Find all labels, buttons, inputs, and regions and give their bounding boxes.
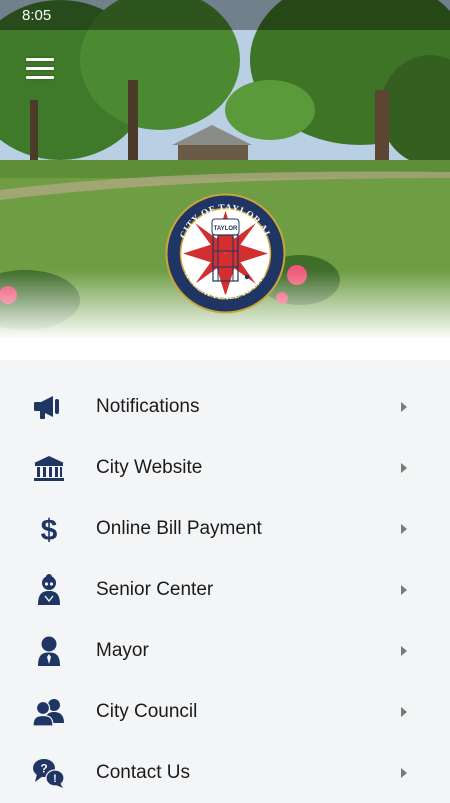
chevron-right-icon [401,401,407,412]
menu-item-label: Notifications [96,395,200,417]
hero-banner: TAYLOR CITY OF TAYLOR AL "A GREAT PLACE … [0,0,450,360]
svg-text:$: $ [41,514,58,545]
menu-item-label: Senior Center [96,578,214,600]
menu-item-notifications[interactable]: Notifications [0,376,450,437]
menu-item-online-bill-payment[interactable]: $ Online Bill Payment [0,498,450,559]
group-icon [32,695,66,729]
menu-item-label: Online Bill Payment [96,517,262,539]
question-chat-icon: ?! [32,756,66,790]
menu-item-senior-center[interactable]: Senior Center [0,559,450,620]
status-time: 8:05 [22,6,52,24]
menu-item-label: Mayor [96,639,149,661]
chevron-right-icon [401,462,407,473]
chevron-right-icon [401,584,407,595]
status-bar: 8:05 [0,0,450,30]
menu-item-label: Contact Us [96,761,190,783]
building-icon [32,451,66,485]
menu-list: Notifications City Website $ Online Bill… [0,360,450,800]
chevron-right-icon [401,523,407,534]
menu-item-label: City Website [96,456,203,478]
megaphone-icon [32,390,66,424]
dollar-icon: $ [32,512,66,546]
menu-item-city-council[interactable]: City Council [0,681,450,742]
city-seal-logo: TAYLOR CITY OF TAYLOR AL "A GREAT PLACE … [165,193,286,314]
menu-item-label: City Council [96,700,198,722]
senior-person-icon [32,573,66,607]
chevron-right-icon [401,645,407,656]
chevron-right-icon [401,706,407,717]
menu-item-city-website[interactable]: City Website [0,437,450,498]
menu-item-contact-us[interactable]: ?! Contact Us [0,742,450,803]
seal-tower-text: TAYLOR [214,226,238,232]
svg-text:?: ? [40,761,47,775]
person-tie-icon [32,634,66,668]
chevron-right-icon [401,767,407,778]
svg-text:!: ! [53,773,57,785]
hamburger-menu-icon[interactable] [26,58,54,82]
menu-item-mayor[interactable]: Mayor [0,620,450,681]
